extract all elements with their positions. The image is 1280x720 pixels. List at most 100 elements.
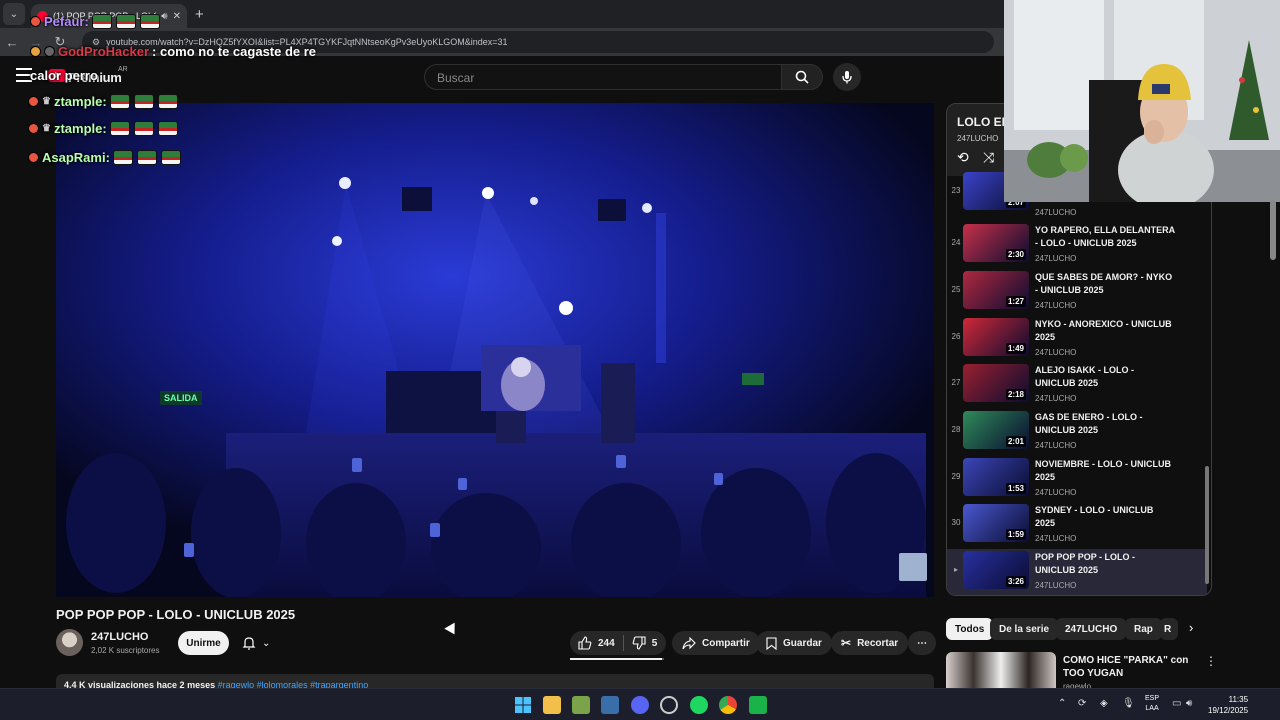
chat-line-4: ♛ ztample:	[28, 94, 179, 109]
playlist-item-title[interactable]: GAS DE ENERO - LOLO - UNICLUB 2025	[1035, 411, 1175, 437]
notifications-button[interactable]: ⌄	[238, 632, 280, 654]
playlist-item-thumbnail[interactable]: 2:18	[963, 364, 1029, 402]
chrome-icon[interactable]	[719, 696, 737, 714]
windows-start-icon[interactable]	[514, 696, 532, 714]
channel-name[interactable]: 247LUCHO	[91, 631, 148, 643]
channel-avatar[interactable]	[56, 629, 83, 656]
discord-icon[interactable]	[631, 696, 649, 714]
related-thumbnail[interactable]	[946, 652, 1056, 688]
playlist-item-duration: 2:30	[1005, 249, 1026, 260]
playlist-item-channel: 247LUCHO	[1035, 208, 1077, 217]
chip-all[interactable]: Todos	[946, 618, 994, 640]
playlist-item-duration: 1:49	[1005, 343, 1026, 354]
emote-icon	[139, 14, 160, 29]
like-count: 244	[598, 637, 615, 649]
steam-icon[interactable]	[601, 696, 619, 714]
voice-search-button[interactable]	[833, 63, 861, 91]
language-indicator[interactable]: ESP LAA	[1145, 694, 1159, 714]
volume-icon[interactable]: 🔊︎	[1186, 698, 1192, 709]
thumbs-up-icon	[578, 636, 592, 650]
playlist-item-title[interactable]: QUE SABES DE AMOR? - NYKO - UNICLUB 2025	[1035, 271, 1175, 297]
channel-watermark-icon[interactable]	[899, 553, 927, 581]
playlist-item-duration: 1:59	[1005, 529, 1026, 540]
playlist-item-channel: 247LUCHO	[1035, 348, 1077, 357]
crown-badge-icon: ♛	[42, 123, 51, 134]
file-explorer-icon[interactable]	[543, 696, 561, 714]
shield-icon[interactable]: ◈	[1100, 698, 1108, 709]
playlist-item-thumbnail[interactable]: 3:26	[963, 551, 1029, 589]
playlist-item-thumbnail[interactable]: 1:53	[963, 458, 1029, 496]
playlist-item-title[interactable]: POP POP POP - LOLO - UNICLUB 2025	[1035, 551, 1175, 577]
join-button[interactable]: Unirme	[178, 631, 229, 655]
playlist-item-thumbnail[interactable]: 2:30	[963, 224, 1029, 262]
minecraft-icon[interactable]	[572, 696, 590, 714]
like-ratio-fill	[570, 658, 663, 660]
playlist-item-thumbnail[interactable]: 1:49	[963, 318, 1029, 356]
playlist-item-title[interactable]: ALEJO ISAKK - LOLO - UNICLUB 2025	[1035, 364, 1175, 390]
chip-series[interactable]: De la serie	[990, 618, 1059, 640]
clip-button[interactable]: ✂ Recortar	[831, 631, 909, 655]
emote-icon	[136, 150, 157, 165]
webcam-overlay	[1004, 0, 1280, 202]
like-button[interactable]: 244	[578, 636, 615, 650]
microphone-tray-icon[interactable]: 🎙︎	[1122, 698, 1135, 709]
search-icon	[795, 70, 809, 84]
playlist-item[interactable]: 28 2:01 GAS DE ENERO - LOLO - UNICLUB 2025…	[947, 409, 1207, 455]
kick-icon[interactable]	[749, 696, 767, 714]
chevron-down-icon: ⌄	[262, 637, 271, 649]
share-button[interactable]: Compartir	[672, 631, 760, 655]
playlist-item[interactable]: 26 1:49 NYKO - ANOREXICO - UNICLUB 2025 247…	[947, 316, 1207, 362]
chat-line-6: AsapRami:	[28, 150, 182, 165]
playlist-item-title[interactable]: NYKO - ANOREXICO - UNICLUB 2025	[1035, 318, 1175, 344]
playlist-item-thumbnail[interactable]: 1:59	[963, 504, 1029, 542]
playlist-item-title[interactable]: YO RAPERO, ELLA DELANTERA - LOLO - UNICL…	[1035, 224, 1175, 250]
playlist-item[interactable]: 27 2:18 ALEJO ISAKK - LOLO - UNICLUB 2025 2…	[947, 362, 1207, 408]
chip-truncated[interactable]: R	[1160, 618, 1178, 640]
spotify-icon[interactable]	[690, 696, 708, 714]
new-tab-button[interactable]: +	[195, 6, 204, 23]
chat-badge-icon	[30, 16, 41, 27]
playlist-item[interactable]: 30 1:59 SYDNEY - LOLO - UNICLUB 2025 247LUC…	[947, 502, 1207, 548]
loop-icon[interactable]: ⟲	[957, 149, 969, 166]
system-clock[interactable]: 11:35 19/12/2025	[1208, 694, 1248, 716]
shuffle-icon[interactable]: ⤨	[983, 149, 994, 166]
back-arrow-icon[interactable]: ←	[0, 35, 24, 50]
chat-user: ztample:	[53, 121, 107, 136]
dislike-button[interactable]: 5	[632, 636, 657, 650]
close-tab-icon[interactable]: ✕	[173, 11, 181, 22]
video-player[interactable]: SALIDA	[56, 103, 934, 597]
emote-icon	[133, 94, 154, 109]
playlist-item[interactable]: 24 2:30 YO RAPERO, ELLA DELANTERA - LOLO -…	[947, 222, 1207, 268]
search-input[interactable]: Buscar	[424, 64, 782, 90]
emote-icon	[157, 121, 178, 136]
chevron-right-icon[interactable]: ›	[1189, 620, 1193, 635]
search-button[interactable]	[781, 64, 823, 90]
audio-playing-icon[interactable]: 🔊︎	[161, 11, 167, 22]
playlist-scrollbar[interactable]	[1205, 466, 1209, 584]
chip-rap[interactable]: Rap	[1125, 618, 1162, 640]
playlist-title[interactable]: LOLO EN	[957, 115, 1010, 129]
related-title[interactable]: COMO HICE "PARKA" con TOO YUGAN	[1063, 654, 1203, 680]
more-actions-button[interactable]: ⋯	[908, 631, 936, 655]
playlist-item[interactable]: ▸ 3:26 POP POP POP - LOLO - UNICLUB 2025 24…	[947, 549, 1207, 595]
playlist-item-index: 30	[951, 518, 961, 527]
playlist-item-title[interactable]: SYDNEY - LOLO - UNICLUB 2025	[1035, 504, 1175, 530]
more-vertical-icon[interactable]: ⋮	[1205, 654, 1217, 668]
page-scrollbar[interactable]	[1270, 200, 1276, 260]
playlist-item-title[interactable]: NOVIEMBRE - LOLO - UNICLUB 2025	[1035, 458, 1175, 484]
app-icon[interactable]	[660, 696, 678, 714]
chip-channel[interactable]: 247LUCHO	[1056, 618, 1127, 640]
playlist-item-thumbnail[interactable]: 1:27	[963, 271, 1029, 309]
tab-search-button[interactable]: ⌄	[3, 3, 25, 25]
playlist-owner[interactable]: 247LUCHO	[957, 134, 998, 143]
bookmark-icon	[766, 636, 777, 650]
playlist-item[interactable]: 29 1:53 NOVIEMBRE - LOLO - UNICLUB 2025 247…	[947, 456, 1207, 502]
description-box[interactable]: 4,4 K visualizaciones hace 2 meses #rage…	[56, 674, 934, 688]
sync-icon[interactable]: ⟳	[1078, 698, 1086, 709]
playlist-item-thumbnail[interactable]: 2:01	[963, 411, 1029, 449]
monitor-icon[interactable]: ▭	[1172, 698, 1181, 709]
save-button[interactable]: Guardar	[756, 631, 832, 655]
playlist-item[interactable]: 25 1:27 QUE SABES DE AMOR? - NYKO - UNICLU…	[947, 269, 1207, 315]
chevron-up-icon[interactable]: ⌃	[1058, 698, 1066, 709]
hashtags[interactable]: #ragewlo #lolomorales #traparqentino	[218, 680, 369, 688]
